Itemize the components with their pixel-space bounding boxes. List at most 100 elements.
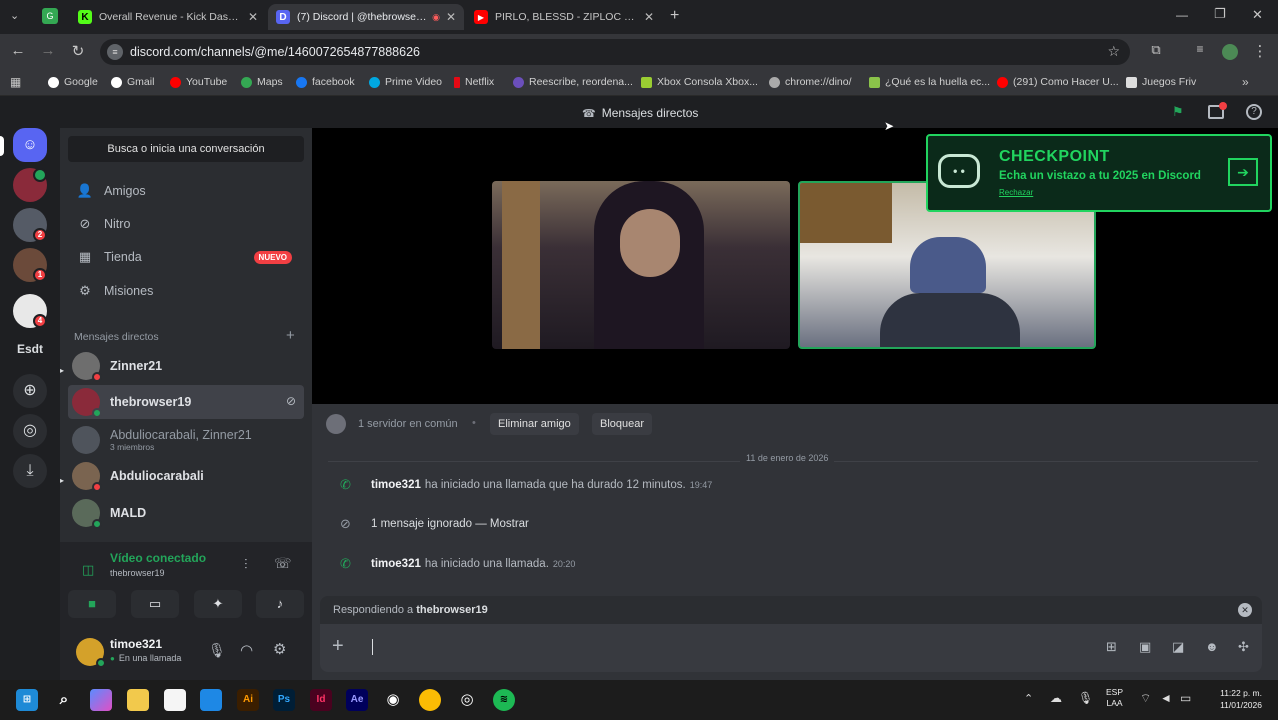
- tab-discord[interactable]: D (7) Discord | @thebrowser19 ◉ ✕: [268, 4, 464, 30]
- file-explorer-icon[interactable]: [127, 689, 149, 711]
- bookmark-juegos-friv[interactable]: Juegos Friv: [1126, 76, 1196, 88]
- reload-button[interactable]: ↻: [68, 42, 88, 60]
- gif-icon[interactable]: ▣: [1139, 639, 1151, 655]
- voice-status[interactable]: Vídeo conectado: [110, 551, 206, 565]
- explore-icon[interactable]: ◎: [13, 414, 47, 448]
- screen-share-button[interactable]: ▭: [131, 590, 179, 618]
- url-input[interactable]: ≡ discord.com/channels/@me/1460072654877…: [100, 39, 1130, 65]
- bookmark-youtube[interactable]: YouTube: [170, 76, 227, 88]
- bookmark-huella[interactable]: ¿Qué es la huella ec...: [869, 76, 990, 88]
- tab-groups-icon[interactable]: ≡: [1190, 42, 1210, 56]
- disconnect-icon[interactable]: ☏: [274, 555, 292, 572]
- close-reply-icon[interactable]: ✕: [1238, 603, 1252, 617]
- forward-button[interactable]: →: [38, 42, 58, 59]
- close-icon[interactable]: ✕: [446, 10, 456, 24]
- message-input[interactable]: + ⊞ ▣ ◪ ☻ ✣: [320, 624, 1262, 672]
- dm-item[interactable]: Zinner21: [68, 349, 304, 383]
- volume-icon[interactable]: ◄: [1160, 691, 1172, 705]
- bookmark-star-icon[interactable]: ☆: [1107, 43, 1120, 60]
- spotify-icon[interactable]: ≋: [493, 689, 515, 711]
- bookmark-google[interactable]: Google: [48, 76, 98, 88]
- activities-button[interactable]: ✦: [194, 590, 242, 618]
- bookmark-como-hacer[interactable]: (291) Como Hacer U...: [997, 76, 1119, 88]
- message-author[interactable]: timoe321: [371, 479, 421, 491]
- close-icon[interactable]: ✕: [644, 10, 654, 24]
- noise-suppression-icon[interactable]: ⫶: [244, 556, 248, 573]
- dm-item-selected[interactable]: thebrowser19 ⊘: [68, 385, 304, 419]
- battery-icon[interactable]: ▭: [1180, 691, 1191, 705]
- quest-flag-icon[interactable]: ⚑: [1172, 104, 1184, 120]
- illustrator-icon[interactable]: Ai: [237, 689, 259, 711]
- onedrive-icon[interactable]: ☁: [1050, 691, 1062, 705]
- bookmark-facebook[interactable]: facebook: [296, 76, 355, 88]
- nav-nitro[interactable]: ⊘ Nitro: [68, 209, 304, 239]
- nav-friends[interactable]: 👤 Amigos: [68, 176, 304, 206]
- block-button[interactable]: Bloquear: [592, 413, 653, 435]
- nav-shop[interactable]: ▦ Tienda NUEVO: [68, 242, 304, 272]
- tab-youtube[interactable]: ▶ PIRLO, BLESSD - ZIPLOC (SALSA) ✕: [466, 4, 662, 30]
- remove-friend-button[interactable]: Eliminar amigo: [490, 413, 579, 435]
- search-icon[interactable]: ⌕: [53, 689, 75, 711]
- extensions-icon[interactable]: ⧉: [1146, 42, 1166, 58]
- profile-avatar[interactable]: [1222, 44, 1238, 60]
- add-server-icon[interactable]: ⊕: [13, 374, 47, 408]
- message-author[interactable]: timoe321: [371, 558, 421, 570]
- maximize-button[interactable]: ❐: [1214, 6, 1226, 22]
- back-button[interactable]: ←: [8, 42, 28, 59]
- video-tile[interactable]: [492, 181, 790, 349]
- copilot-icon[interactable]: [90, 689, 112, 711]
- close-icon[interactable]: ✕: [248, 10, 258, 24]
- search-conversation-button[interactable]: Busca o inicia una conversación: [68, 136, 304, 162]
- create-dm-button[interactable]: +: [286, 327, 295, 344]
- bookmark-maps[interactable]: Maps: [241, 76, 283, 88]
- indesign-icon[interactable]: Id: [310, 689, 332, 711]
- dismiss-link[interactable]: Rechazar: [999, 188, 1033, 197]
- after-effects-icon[interactable]: Ae: [346, 689, 368, 711]
- apps-grid-icon[interactable]: ▦: [10, 75, 21, 89]
- checkpoint-banner[interactable]: • • CHECKPOINT Echa un vistazo a tu 2025…: [926, 134, 1272, 212]
- attach-plus-icon[interactable]: +: [332, 635, 344, 658]
- microphone-icon[interactable]: 🎙: [208, 642, 226, 659]
- mic-tray-icon[interactable]: 🎙: [1078, 691, 1093, 705]
- settings-gear-icon[interactable]: ⚙: [273, 640, 286, 658]
- bookmark-prime-video[interactable]: Prime Video: [369, 76, 442, 88]
- obs-icon[interactable]: ◎: [456, 689, 478, 711]
- chrome-icon[interactable]: [419, 689, 441, 711]
- help-icon[interactable]: ?: [1246, 104, 1262, 120]
- tab-search-icon[interactable]: ⌄: [10, 9, 19, 22]
- server-label[interactable]: Esdt: [0, 342, 60, 356]
- nav-quests[interactable]: ⚙ Misiones: [68, 276, 304, 306]
- ignored-message[interactable]: ⊘ 1 mensaje ignorado — Mostrar: [340, 516, 529, 532]
- github-icon[interactable]: ◉: [382, 689, 404, 711]
- video-button[interactable]: ■: [68, 590, 116, 618]
- more-bookmarks-icon[interactable]: »: [1242, 75, 1249, 89]
- menu-icon[interactable]: ⋮: [1250, 42, 1270, 60]
- windows-start-icon[interactable]: ⊞: [16, 689, 38, 711]
- hide-icon[interactable]: ⊘: [286, 394, 296, 408]
- new-tab-button[interactable]: +: [670, 7, 679, 25]
- dm-item[interactable]: Abduliocarabali: [68, 459, 304, 493]
- wifi-icon[interactable]: ⌔: [1140, 691, 1151, 706]
- language-indicator[interactable]: ESP LAA: [1106, 687, 1123, 709]
- inbox-icon[interactable]: [1208, 102, 1227, 119]
- bookmark-gmail[interactable]: Gmail: [111, 76, 154, 88]
- arrow-right-icon[interactable]: ➔: [1228, 158, 1258, 186]
- store-icon[interactable]: [200, 689, 222, 711]
- minimize-button[interactable]: —: [1176, 8, 1188, 22]
- mutual-servers-text[interactable]: 1 servidor en común: [358, 418, 458, 430]
- photoshop-icon[interactable]: Ps: [273, 689, 295, 711]
- show-hidden-icons[interactable]: ⌃: [1024, 692, 1033, 705]
- bookmark-dino[interactable]: chrome://dino/: [769, 76, 852, 88]
- dm-item[interactable]: MALD: [68, 496, 304, 530]
- notepad-icon[interactable]: [164, 689, 186, 711]
- window-close-button[interactable]: ✕: [1252, 7, 1263, 23]
- apps-icon[interactable]: ✣: [1238, 639, 1249, 655]
- download-icon[interactable]: ⤓: [13, 454, 47, 488]
- tab-kick-dashboard[interactable]: K Overall Revenue - Kick Dashboard ✕: [70, 4, 266, 30]
- clock[interactable]: 11:22 p. m. 11/01/2026: [1206, 687, 1262, 711]
- site-info-icon[interactable]: ≡: [107, 44, 123, 60]
- dm-item[interactable]: Abduliocarabali, Zinner21 3 miembros: [68, 423, 304, 457]
- gift-icon[interactable]: ⊞: [1106, 639, 1117, 655]
- bookmark-netflix[interactable]: Netflix: [454, 76, 494, 88]
- bookmark-reescribe[interactable]: Reescribe, reordena...: [513, 76, 633, 88]
